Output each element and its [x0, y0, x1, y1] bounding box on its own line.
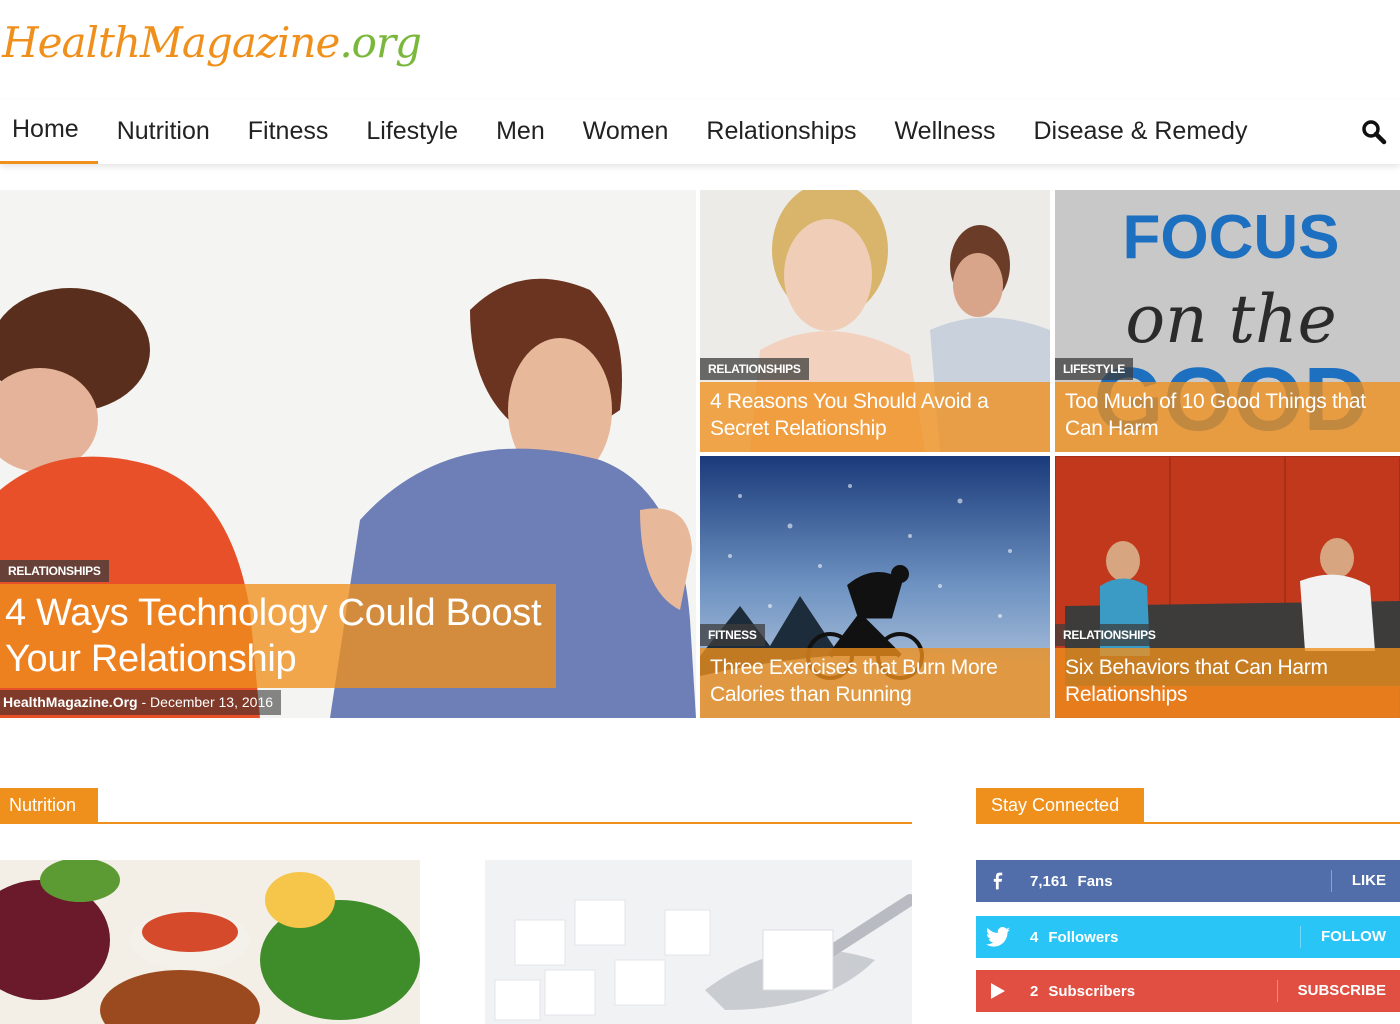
search-icon[interactable] [1360, 118, 1388, 146]
nav-item-relationships[interactable]: Relationships [687, 100, 875, 164]
nutrition-post-2-image[interactable] [485, 860, 912, 1024]
youtube-icon [976, 970, 1020, 1012]
featured-tile-4[interactable]: RELATIONSHIPS Six Behaviors that Can Har… [1055, 456, 1400, 718]
nutrition-post-1-image[interactable] [0, 860, 420, 1024]
nav-item-fitness[interactable]: Fitness [229, 100, 348, 164]
tile-2-image-text-focus: FOCUS [1123, 203, 1340, 272]
nav-item-disease-remedy[interactable]: Disease & Remedy [1014, 100, 1266, 164]
logo-tld-text: .org [339, 18, 422, 67]
youtube-subscribe-button[interactable]: SUBSCRIBE [1276, 980, 1400, 1002]
nav-item-home[interactable]: Home [0, 100, 98, 164]
facebook-like-button[interactable]: LIKE [1330, 870, 1400, 892]
nav-item-men[interactable]: Men [477, 100, 564, 164]
hero-meta-separator: - [141, 694, 147, 710]
hero-category-label[interactable]: RELATIONSHIPS [0, 560, 109, 582]
facebook-social-row[interactable]: 7,161 Fans LIKE [976, 860, 1400, 902]
site-logo[interactable]: HealthMagazine.org [2, 18, 422, 82]
featured-tile-2[interactable]: FOCUS on the GOOD LIFESTYLE Too Much of … [1055, 190, 1400, 452]
nav-item-nutrition[interactable]: Nutrition [98, 100, 229, 164]
twitter-social-row[interactable]: 4 Followers FOLLOW [976, 916, 1400, 958]
tile-2-category-label[interactable]: LIFESTYLE [1055, 358, 1133, 380]
tile-2-image-text-on-the: on the [1125, 281, 1336, 358]
twitter-follow-button[interactable]: FOLLOW [1300, 926, 1400, 948]
tile-1-category-label[interactable]: RELATIONSHIPS [700, 358, 809, 380]
hero-featured-post[interactable]: RELATIONSHIPS 4 Ways Technology Could Bo… [0, 190, 696, 718]
nutrition-section-title[interactable]: Nutrition [0, 788, 98, 824]
twitter-followers-count: 4 [1030, 928, 1039, 946]
tile-3-title[interactable]: Three Exercises that Burn More Calories … [700, 648, 1050, 718]
tile-4-category-label[interactable]: RELATIONSHIPS [1055, 624, 1164, 646]
facebook-fans-label: Fans [1077, 872, 1113, 890]
twitter-followers-label: Followers [1048, 928, 1119, 946]
stay-connected-title: Stay Connected [976, 788, 1144, 824]
featured-tile-1[interactable]: RELATIONSHIPS 4 Reasons You Should Avoid… [700, 190, 1050, 452]
facebook-icon [976, 860, 1020, 902]
tile-2-title[interactable]: Too Much of 10 Good Things that Can Harm [1055, 382, 1400, 452]
twitter-icon [976, 916, 1020, 958]
nav-item-women[interactable]: Women [564, 100, 688, 164]
youtube-subscribers-label: Subscribers [1048, 982, 1136, 1000]
tile-1-title[interactable]: 4 Reasons You Should Avoid a Secret Rela… [700, 382, 1050, 452]
facebook-fans-count: 7,161 [1030, 872, 1068, 890]
hero-meta: HealthMagazine.Org - December 13, 2016 [0, 690, 282, 715]
hero-title[interactable]: 4 Ways Technology Could Boost Your Relat… [0, 584, 556, 688]
youtube-subscribers-count: 2 [1030, 982, 1039, 1000]
featured-tile-3[interactable]: FITNESS Three Exercises that Burn More C… [700, 456, 1050, 718]
hero-author[interactable]: HealthMagazine.Org [3, 694, 138, 710]
nutrition-section-header: Nutrition [0, 788, 912, 824]
nav-item-lifestyle[interactable]: Lifestyle [347, 100, 477, 164]
hero-date: December 13, 2016 [150, 694, 274, 710]
stay-connected-header: Stay Connected [976, 788, 1400, 824]
nav-item-wellness[interactable]: Wellness [876, 100, 1015, 164]
nav-list: Home Nutrition Fitness Lifestyle Men Wom… [0, 100, 1266, 164]
logo-main-text: HealthMagazine [2, 18, 340, 67]
tile-4-title[interactable]: Six Behaviors that Can Harm Relationship… [1055, 648, 1400, 718]
youtube-social-row[interactable]: 2 Subscribers SUBSCRIBE [976, 970, 1400, 1012]
tile-3-category-label[interactable]: FITNESS [700, 624, 765, 646]
main-navigation: Home Nutrition Fitness Lifestyle Men Wom… [0, 100, 1400, 164]
